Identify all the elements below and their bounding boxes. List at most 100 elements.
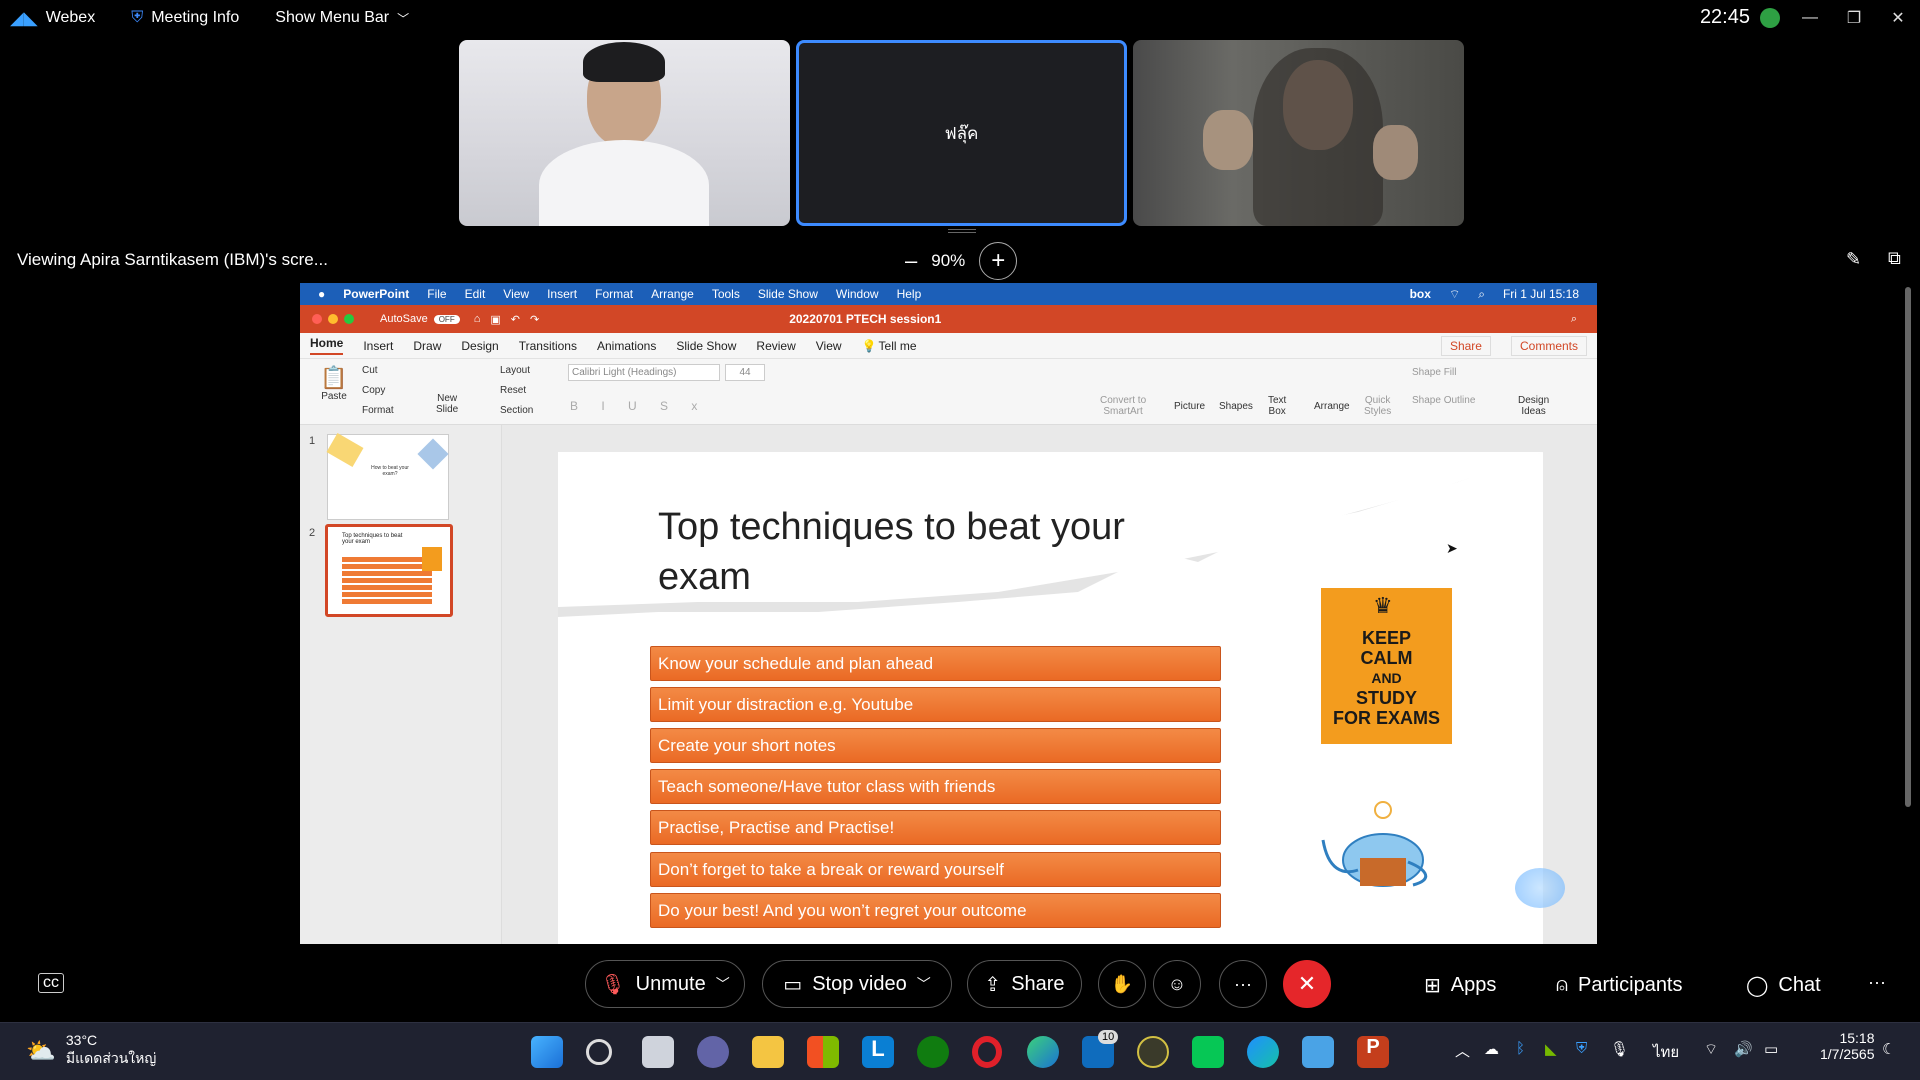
autosave-label: AutoSave <box>380 313 428 325</box>
windows-taskbar <box>0 1022 1920 1080</box>
opera-icon[interactable] <box>972 1036 1002 1068</box>
raise-hand-button[interactable]: ✋ <box>1098 960 1146 1008</box>
nvidia-icon[interactable]: ◣ <box>1545 1040 1557 1058</box>
font-select: Calibri Light (Headings) <box>568 364 720 381</box>
clipboard-icon: 📋 <box>320 365 348 390</box>
meeting-time: 22:45 <box>1699 6 1750 28</box>
tab-slide-show: Slide Show <box>676 338 737 353</box>
captions-icon[interactable]: cc <box>38 973 64 993</box>
pop-out-icon[interactable]: ⧉ <box>1888 248 1901 269</box>
xbox-icon[interactable] <box>917 1036 949 1068</box>
zoom-in-button[interactable]: + <box>979 242 1018 280</box>
volume-icon[interactable]: 🔊 <box>1734 1040 1753 1058</box>
participant-video-tile[interactable] <box>459 40 790 226</box>
taskbar-clock[interactable]: 15:18 1/7/2565 <box>1820 1030 1875 1062</box>
search-icon: ⌕ <box>1570 312 1577 325</box>
mic-icon[interactable]: 🎙 <box>1610 1040 1629 1058</box>
security-icon[interactable]: ⛨ <box>1576 1040 1587 1057</box>
thumb-decor <box>326 432 364 468</box>
battery-icon[interactable]: ▭ <box>1764 1040 1778 1058</box>
share-button[interactable]: ⇪ Share <box>967 960 1082 1008</box>
zoom-control: – 90% + <box>905 242 1018 280</box>
close-icon[interactable]: ✕ <box>1876 8 1920 28</box>
restore-icon[interactable]: ❐ <box>1832 8 1876 28</box>
notepad-icon[interactable] <box>1302 1036 1334 1068</box>
language-indicator[interactable]: ไทย <box>1653 1040 1679 1064</box>
poster-line: STUDY <box>1355 688 1417 708</box>
annotate-icon[interactable]: ✎ <box>1846 249 1861 270</box>
show-menu-bar-label: Show Menu Bar <box>275 9 390 26</box>
webex-top-bar: ◢◣ Webex ⛨ Meeting Info Show Menu Bar ﹀ <box>0 0 1920 36</box>
ppt-title-bar: AutoSave OFF ⌂ ▣ ↶ ↷ 20220701 PTECH sess… <box>300 305 1597 333</box>
meeting-clock: 22:45 <box>1700 6 1780 29</box>
meeting-info-label: Meeting Info <box>151 9 240 26</box>
wifi-icon[interactable]: ⌔ <box>1704 1040 1718 1059</box>
clock-app-icon[interactable] <box>1137 1036 1169 1068</box>
stop-video-button[interactable]: ▭ Stop video ﹀ <box>762 960 952 1008</box>
teams-chat-icon[interactable] <box>697 1036 729 1068</box>
chevron-up-icon[interactable]: ︿ <box>1455 1040 1470 1061</box>
share-screen-icon: ⇪ <box>984 973 1002 996</box>
chat-button[interactable]: ◯ Chat <box>1746 965 1821 1005</box>
save-icon: ▣ <box>490 313 501 326</box>
line-icon[interactable] <box>1192 1036 1224 1068</box>
reactions-button[interactable]: ☺ <box>1153 960 1201 1008</box>
minimize-icon[interactable]: — <box>1788 9 1832 27</box>
shield-icon: ⛨ <box>131 9 144 26</box>
file-explorer-icon[interactable] <box>752 1036 784 1068</box>
unmute-button[interactable]: 🎙 Unmute ﹀ <box>585 960 745 1008</box>
leave-meeting-button[interactable]: ✕ <box>1283 960 1331 1008</box>
zoom-level: 90% <box>931 251 966 270</box>
redo-icon: ↷ <box>529 313 540 326</box>
participant-tile-active[interactable]: ฟลุ๊ค <box>796 40 1127 226</box>
unmute-label: Unmute <box>635 972 706 995</box>
chevron-down-icon: ﹀ <box>397 11 410 26</box>
tab-draw: Draw <box>413 338 442 353</box>
mac-menu-bar: ● PowerPoint File Edit View Insert Forma… <box>300 283 1597 305</box>
bluetooth-icon[interactable]: ᛒ <box>1516 1040 1525 1057</box>
meeting-info-button[interactable]: ⛨ Meeting Info <box>121 0 239 36</box>
shape-outline-button: Shape Outline <box>1412 395 1476 406</box>
slide-bullet: Don’t forget to take a break or reward y… <box>650 852 1221 887</box>
taskbar-time: 15:18 <box>1839 1030 1875 1046</box>
app-l-icon[interactable]: L <box>862 1036 894 1068</box>
tile-drag-handle[interactable] <box>948 229 976 233</box>
mouse-cursor-icon: ➤ <box>1446 540 1458 556</box>
brain-book-illustration <box>1321 801 1427 887</box>
show-menu-bar-button[interactable]: Show Menu Bar ﹀ <box>265 0 409 36</box>
network-health-icon[interactable] <box>1760 7 1780 28</box>
scrollbar[interactable] <box>1905 287 1911 807</box>
onedrive-icon[interactable]: ☁ <box>1484 1040 1499 1058</box>
chat-label: Chat <box>1778 973 1821 996</box>
participants-label: Participants <box>1578 973 1683 996</box>
video-camera-icon: ▭ <box>783 973 803 996</box>
do-not-disturb-icon[interactable]: ☾ <box>1882 1040 1895 1058</box>
lightbulb-icon: 💡 <box>861 338 877 353</box>
search-icon[interactable] <box>586 1039 612 1065</box>
zoom-out-button[interactable]: – <box>905 248 917 274</box>
weather-widget[interactable]: ⛅ 33°C มีแดดส่วนใหญ่ <box>26 1032 156 1070</box>
webex-icon[interactable] <box>1247 1036 1279 1068</box>
format-painter-button: Format <box>362 405 394 416</box>
more-options-button[interactable]: ··· <box>1219 960 1267 1008</box>
participant-shirt <box>539 140 709 226</box>
box-icon: box <box>1409 287 1431 301</box>
thumb-bullets <box>342 557 432 605</box>
task-view-icon[interactable] <box>642 1036 674 1068</box>
overflow-menu-button[interactable]: ··· <box>1868 972 1886 993</box>
powerpoint-icon[interactable]: P <box>1357 1036 1389 1068</box>
edge-icon[interactable] <box>1027 1036 1059 1068</box>
webex-menu[interactable]: ◢◣ Webex <box>0 0 95 36</box>
apple-icon: ● <box>318 287 326 301</box>
start-icon[interactable] <box>531 1036 563 1068</box>
shape-fill-button: Shape Fill <box>1412 367 1457 378</box>
mac-datetime: Fri 1 Jul 15:18 <box>1502 287 1579 301</box>
apps-button[interactable]: ⊞ Apps <box>1424 965 1496 1005</box>
chevron-down-icon: ﹀ <box>916 976 931 992</box>
slide-thumbnail-1: How to beat your exam? <box>326 432 449 520</box>
participant-video-tile[interactable] <box>1133 40 1464 226</box>
microsoft-store-icon[interactable] <box>807 1036 839 1068</box>
comments-button-ppt: Comments <box>1510 335 1587 356</box>
participants-button[interactable]: ⍝ Participants <box>1556 965 1683 1005</box>
webex-watermark-icon <box>1515 868 1565 908</box>
